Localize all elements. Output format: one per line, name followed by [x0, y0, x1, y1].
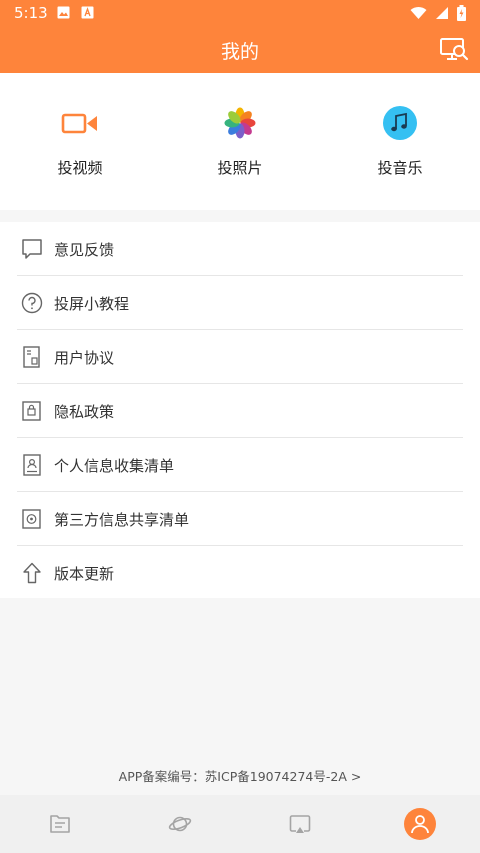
signal-icon	[436, 7, 448, 19]
tab-cast[interactable]	[240, 795, 360, 853]
planet-icon	[168, 816, 192, 832]
menu-item-personal-info-list[interactable]: 个人信息收集清单	[0, 438, 480, 492]
image-notification-icon	[57, 6, 70, 19]
menu-item-privacy-policy[interactable]: 隐私政策	[0, 384, 480, 438]
privacy-lock-icon	[22, 401, 41, 421]
agreement-document-icon	[23, 346, 40, 368]
bottom-tab-bar	[0, 795, 480, 853]
tab-files[interactable]	[0, 795, 120, 853]
music-note-icon	[383, 106, 417, 140]
menu-item-label: 隐私政策	[54, 403, 115, 421]
menu-item-tutorial[interactable]: 投屏小教程	[0, 276, 480, 330]
share-list-icon	[22, 509, 41, 529]
question-circle-icon	[21, 292, 43, 314]
profile-icon	[411, 815, 429, 834]
cast-photo-label: 投照片	[217, 159, 263, 177]
menu-item-label: 投屏小教程	[54, 295, 130, 313]
quick-actions-panel: 投视频 投照片 投音乐	[0, 73, 480, 210]
wifi-icon	[410, 6, 427, 20]
upload-arrow-icon	[23, 562, 41, 584]
photos-flower-icon	[224, 107, 256, 139]
status-bar: 5:13	[0, 0, 480, 26]
menu-item-label: 版本更新	[54, 565, 115, 583]
text-notification-icon	[81, 6, 94, 19]
screen-search-icon[interactable]	[439, 36, 469, 64]
files-icon	[50, 815, 70, 833]
menu-item-user-agreement[interactable]: 用户协议	[0, 330, 480, 384]
menu-item-version-update[interactable]: 版本更新	[0, 546, 480, 600]
menu-item-third-party-sharing[interactable]: 第三方信息共享清单	[0, 492, 480, 546]
cast-photo-button[interactable]: 投照片	[180, 103, 300, 178]
menu-item-label: 意见反馈	[54, 241, 115, 259]
app-bar: 我的	[0, 26, 480, 73]
cast-music-label: 投音乐	[377, 159, 423, 177]
status-time: 5:13	[14, 4, 48, 22]
cast-music-button[interactable]: 投音乐	[340, 103, 460, 178]
tab-profile[interactable]	[360, 795, 480, 853]
page-title: 我的	[220, 41, 259, 63]
menu-item-label: 用户协议	[54, 349, 115, 367]
menu-item-label: 个人信息收集清单	[54, 457, 175, 475]
menu-item-feedback[interactable]: 意见反馈	[0, 222, 480, 276]
icp-record-link[interactable]: APP备案编号：苏ICP备19074274号-2A >	[0, 766, 480, 785]
menu-item-label: 第三方信息共享清单	[54, 511, 190, 529]
settings-menu: 意见反馈 投屏小教程 用户协议 隐私政策 个人信息收集清单 第三方信息共享清单 …	[0, 222, 480, 598]
personal-info-icon	[23, 454, 41, 476]
cast-video-button[interactable]: 投视频	[20, 103, 140, 178]
video-camera-icon	[61, 113, 97, 134]
battery-icon	[457, 5, 466, 21]
cast-video-label: 投视频	[57, 159, 103, 177]
tab-discover[interactable]	[120, 795, 240, 853]
feedback-bubble-icon	[22, 239, 42, 259]
cast-screen-icon	[289, 815, 311, 833]
